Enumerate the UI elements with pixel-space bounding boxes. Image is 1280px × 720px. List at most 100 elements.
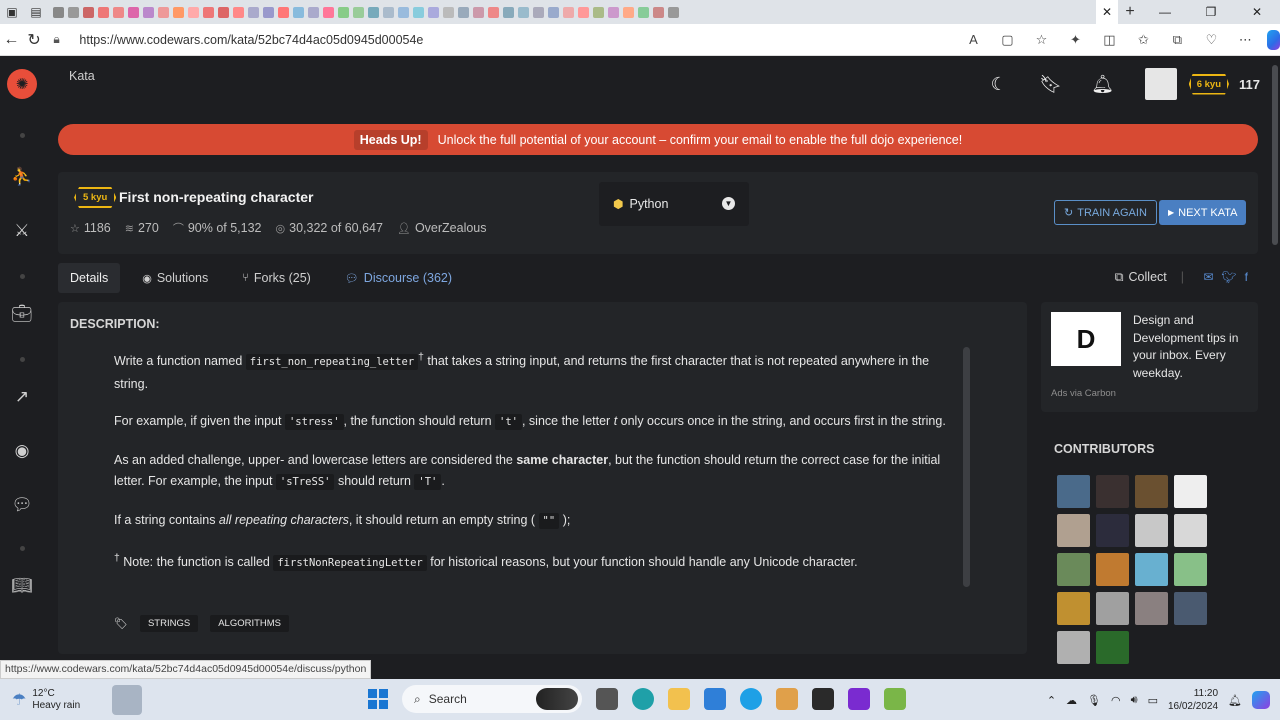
contributor-avatar[interactable] xyxy=(1096,514,1129,547)
contributor-avatar[interactable] xyxy=(1057,592,1090,625)
browser-tab[interactable] xyxy=(578,6,589,18)
contributor-avatar[interactable] xyxy=(1057,475,1090,508)
practice-icon[interactable]: ⛹ xyxy=(11,166,33,188)
battery-icon[interactable]: ▭ xyxy=(1148,694,1158,707)
app-available-icon[interactable]: ▢ xyxy=(997,30,1017,50)
browser-tab[interactable] xyxy=(233,6,244,18)
new-tab-button[interactable]: + xyxy=(1118,0,1142,24)
bookmark-icon[interactable]: 🔖︎ xyxy=(1039,74,1062,94)
banner-message[interactable]: Unlock the full potential of your accoun… xyxy=(438,133,963,147)
tab-actions-icon[interactable]: ▤ xyxy=(24,0,48,24)
skype-icon[interactable] xyxy=(740,688,762,710)
terminal-icon[interactable] xyxy=(812,688,834,710)
lock-icon[interactable]: 🔒︎ xyxy=(53,32,69,47)
browser-tab[interactable] xyxy=(323,6,334,18)
browser-tab[interactable] xyxy=(428,6,439,18)
collect-button[interactable]: ⧉ Collect | xyxy=(1115,270,1184,285)
contributor-avatar[interactable] xyxy=(1057,514,1090,547)
description-scrollbar[interactable] xyxy=(963,347,970,587)
browser-tab[interactable] xyxy=(53,6,64,18)
url-box[interactable]: 🔒︎ https://www.codewars.com/kata/52bc74d… xyxy=(53,27,953,53)
browser-tab[interactable] xyxy=(98,6,109,18)
dark-mode-moon-icon[interactable]: ☾ xyxy=(989,74,1009,94)
browser-tab[interactable] xyxy=(293,6,304,18)
start-windows-icon[interactable] xyxy=(368,689,388,709)
stars-stat[interactable]: ☆ 1186 xyxy=(70,221,111,235)
browser-tab[interactable] xyxy=(638,6,649,18)
contributor-avatar[interactable] xyxy=(1174,475,1207,508)
volume-icon[interactable]: 🔊︎ xyxy=(1131,694,1138,707)
contributor-avatar[interactable] xyxy=(1135,592,1168,625)
browser-tab[interactable] xyxy=(128,6,139,18)
browser-tab[interactable] xyxy=(203,6,214,18)
browser-tab[interactable] xyxy=(473,6,484,18)
browser-tab[interactable] xyxy=(653,6,664,18)
browser-tab[interactable] xyxy=(608,6,619,18)
browser-tab[interactable] xyxy=(353,6,364,18)
contributor-avatar[interactable] xyxy=(1135,553,1168,586)
contributor-avatar[interactable] xyxy=(1057,553,1090,586)
page-scrollbar[interactable] xyxy=(1270,57,1280,679)
browser-tab[interactable] xyxy=(278,6,289,18)
microsoft-store-icon[interactable] xyxy=(704,688,726,710)
jetbrains-ide-icon[interactable] xyxy=(848,688,870,710)
refresh-button[interactable]: ↻ xyxy=(23,24,46,56)
browser-essentials-icon[interactable]: ♡ xyxy=(1201,30,1221,50)
browser-tab[interactable] xyxy=(668,6,679,18)
browser-tab[interactable] xyxy=(308,6,319,18)
leaderboard-icon[interactable]: ↗ xyxy=(11,386,33,408)
favorites-icon[interactable]: ✩ xyxy=(1133,30,1153,50)
discord-icon[interactable]: ◉ xyxy=(11,440,33,462)
next-kata-button[interactable]: ▶ NEXT KATA xyxy=(1159,200,1247,225)
page-scrollbar-thumb[interactable] xyxy=(1272,65,1278,245)
contributor-avatar[interactable] xyxy=(1057,631,1090,664)
contributor-avatar[interactable] xyxy=(1174,514,1207,547)
ad-via[interactable]: Ads via Carbon xyxy=(1051,388,1116,399)
browser-tab[interactable] xyxy=(383,6,394,18)
language-select[interactable]: ⬢ Python ▼ xyxy=(599,182,749,226)
browser-tab[interactable] xyxy=(368,6,379,18)
tag-strings[interactable]: STRINGS xyxy=(139,615,199,632)
contributor-avatar[interactable] xyxy=(1135,475,1168,508)
favorite-star-icon[interactable]: ☆ xyxy=(1031,30,1051,50)
url-text[interactable]: https://www.codewars.com/kata/52bc74d4ac… xyxy=(79,33,423,47)
tab-forks[interactable]: ⑂ Forks (25) xyxy=(230,263,323,293)
browser-tab[interactable] xyxy=(398,6,409,18)
tab-details[interactable]: Details xyxy=(58,263,121,293)
train-icon[interactable]: ⚔ xyxy=(11,220,33,242)
edge-browser-icon[interactable] xyxy=(632,688,654,710)
collections-icon[interactable]: ⧉ xyxy=(1167,30,1187,50)
widgets-icon[interactable] xyxy=(112,684,142,715)
browser-tab[interactable] xyxy=(563,6,574,18)
browser-tab[interactable] xyxy=(518,6,529,18)
file-explorer-icon[interactable] xyxy=(668,688,690,710)
read-aloud-icon[interactable]: A xyxy=(963,30,983,50)
ad-text[interactable]: Design and Development tips in your inbo… xyxy=(1133,312,1251,382)
browser-tab[interactable] xyxy=(593,6,604,18)
taskbar-search[interactable]: ⌕ Search xyxy=(402,685,582,713)
browser-tab[interactable] xyxy=(503,6,514,18)
notifications-bell-icon[interactable]: 🔔︎ xyxy=(1091,74,1114,94)
browser-tab[interactable] xyxy=(548,6,559,18)
copilot-icon[interactable] xyxy=(1267,29,1280,50)
browser-tab[interactable] xyxy=(248,6,259,18)
browser-tab[interactable] xyxy=(488,6,499,18)
minimize-button[interactable]: — xyxy=(1142,0,1188,24)
workspaces-icon[interactable]: ▣ xyxy=(0,0,24,24)
browser-tab[interactable] xyxy=(338,6,349,18)
active-tab-close-icon[interactable]: ✕ xyxy=(1096,0,1118,24)
notepad-plus-icon[interactable] xyxy=(884,688,906,710)
extensions-icon[interactable]: ✦ xyxy=(1065,30,1085,50)
contributor-avatar[interactable] xyxy=(1174,592,1207,625)
browser-tab[interactable] xyxy=(623,6,634,18)
train-again-button[interactable]: ↻ TRAIN AGAIN xyxy=(1054,200,1157,225)
contributor-avatar[interactable] xyxy=(1096,553,1129,586)
browser-tab[interactable] xyxy=(173,6,184,18)
facebook-share-icon[interactable]: f xyxy=(1245,270,1248,284)
settings-more-icon[interactable]: ⋯ xyxy=(1235,30,1255,50)
browser-tab[interactable] xyxy=(533,6,544,18)
codewars-logo-icon[interactable]: ✺ xyxy=(7,69,37,99)
task-view-icon[interactable] xyxy=(596,688,618,710)
browser-tab[interactable] xyxy=(68,6,79,18)
copilot-taskbar-icon[interactable] xyxy=(1252,691,1270,709)
